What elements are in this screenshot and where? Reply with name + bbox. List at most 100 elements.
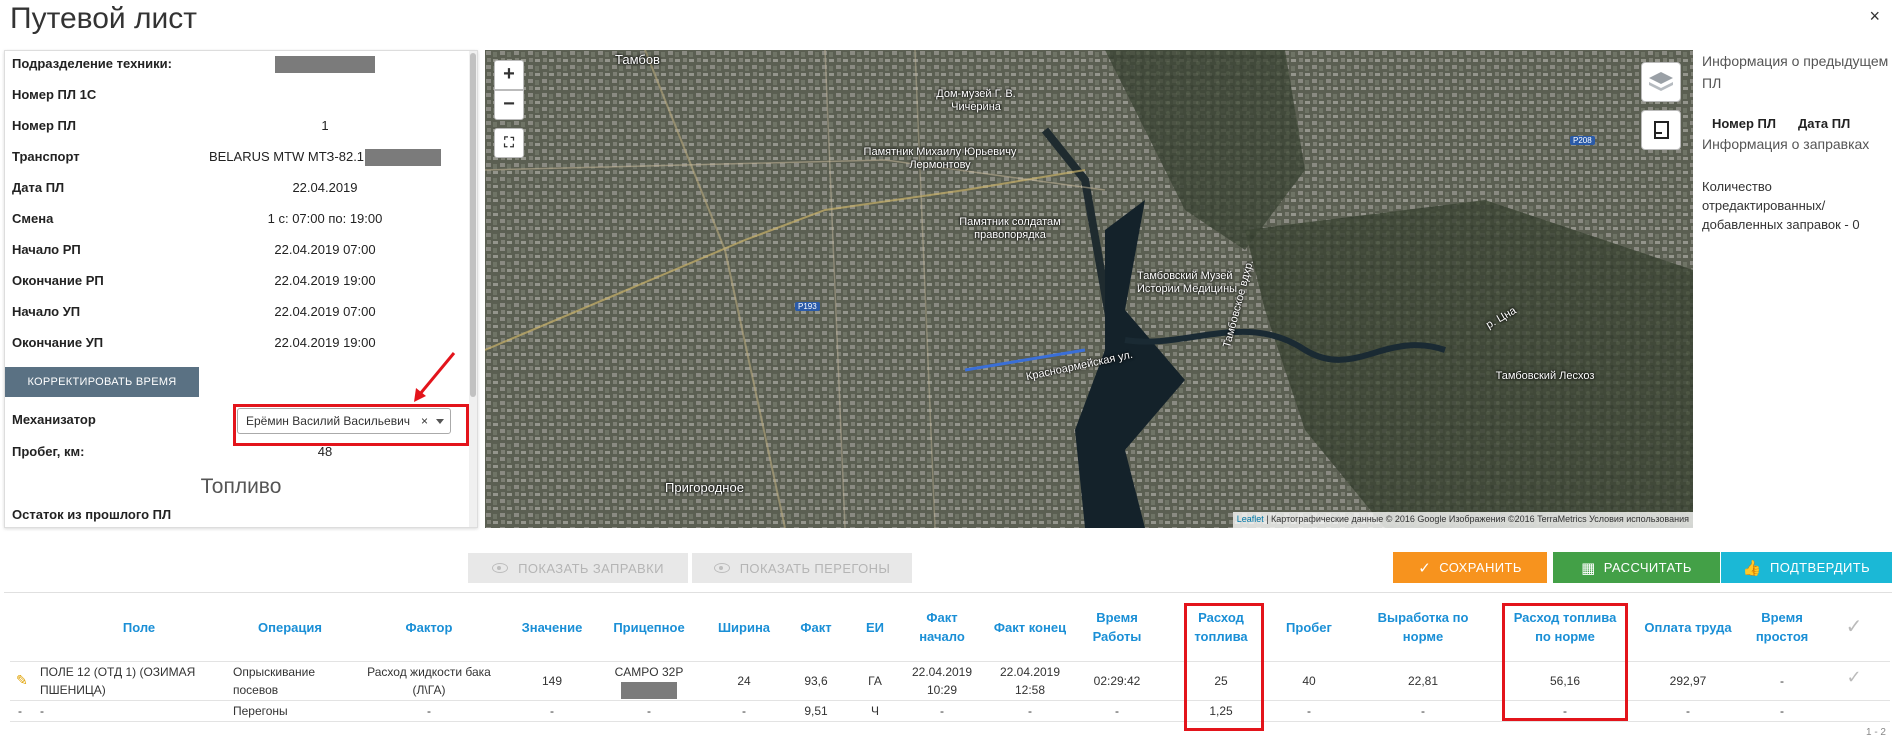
row-check-icon[interactable]: ✓ bbox=[1834, 668, 1874, 686]
cell-operation: Опрыскивание посевов bbox=[233, 665, 316, 697]
cell-width: 24 bbox=[737, 674, 751, 688]
cell-unit: ГА bbox=[868, 674, 882, 688]
transport-label: Транспорт bbox=[12, 149, 80, 164]
red-arrow-annotation bbox=[414, 352, 456, 402]
fuel-column-highlight-box bbox=[1184, 603, 1264, 731]
map-view[interactable]: + − ⛶ Тамбов Дом-музей Г. В. Чичерина Па… bbox=[485, 50, 1693, 528]
confirm-button[interactable]: 👍 ПОДТВЕРДИТЬ bbox=[1721, 552, 1892, 583]
left-panel-scrollbar[interactable] bbox=[469, 51, 477, 527]
col-header-field[interactable]: Поле bbox=[74, 593, 204, 661]
date-value: 22.04.2019 bbox=[292, 180, 358, 195]
cell-idle: - bbox=[1780, 674, 1784, 688]
cell-work-time: - bbox=[1115, 704, 1119, 718]
col-header-norm-output[interactable]: Выработка по норме bbox=[1364, 593, 1482, 661]
redacted-block bbox=[275, 56, 375, 74]
close-icon[interactable]: × bbox=[1869, 6, 1880, 27]
mileage-value: 48 bbox=[317, 444, 333, 459]
cell-unit: Ч bbox=[871, 704, 879, 718]
col-header-check-icon[interactable]: ✓ bbox=[1834, 593, 1874, 661]
row-divider bbox=[10, 721, 1890, 722]
col-header-operation[interactable]: Операция bbox=[230, 593, 350, 661]
pl1c-label: Номер ПЛ 1С bbox=[12, 87, 97, 102]
leaflet-link[interactable]: Leaflet bbox=[1237, 514, 1264, 524]
satellite-imagery bbox=[485, 50, 1693, 528]
prev-col-number: Номер ПЛ bbox=[1712, 116, 1777, 131]
rp-start-label: Начало РП bbox=[12, 242, 81, 257]
cell-value: 149 bbox=[541, 674, 563, 688]
save-button[interactable]: ✓ СОХРАНИТЬ bbox=[1393, 552, 1547, 583]
eye-icon bbox=[492, 563, 509, 573]
save-label: СОХРАНИТЬ bbox=[1439, 560, 1522, 575]
calculate-button[interactable]: ▦ РАССЧИТАТЬ bbox=[1553, 552, 1720, 583]
calculate-label: РАССЧИТАТЬ bbox=[1603, 560, 1692, 575]
cell-value: - bbox=[550, 704, 554, 718]
show-runs-button[interactable]: ПОКАЗАТЬ ПЕРЕГОНЫ bbox=[692, 553, 912, 583]
cell-fact-start: - bbox=[940, 704, 944, 718]
cell-norm-output: 22,81 bbox=[1407, 674, 1439, 688]
info-row-subdivision: Подразделение техники: bbox=[12, 56, 468, 76]
info-row-date: Дата ПЛ 22.04.2019 bbox=[12, 180, 468, 200]
info-row-up-end: Окончание УП 22.04.2019 19:00 bbox=[12, 335, 468, 355]
col-header-pay[interactable]: Оплата труда bbox=[1642, 593, 1734, 661]
col-header-factor[interactable]: Фактор bbox=[359, 593, 499, 661]
cell-norm-output: - bbox=[1421, 704, 1425, 718]
edit-pencil-icon[interactable]: ✎ bbox=[16, 671, 28, 689]
show-runs-label: ПОКАЗАТЬ ПЕРЕГОНЫ bbox=[739, 560, 891, 576]
col-header-value[interactable]: Значение bbox=[510, 593, 594, 661]
subdivision-label: Подразделение техники: bbox=[12, 56, 172, 71]
cell-trailer-text: CAMPO 32P bbox=[614, 665, 684, 679]
fuel-remain-label: Остаток из прошлого ПЛ bbox=[12, 507, 172, 522]
cell-mileage: 40 bbox=[1302, 674, 1316, 688]
map-label: Тамбов bbox=[615, 52, 660, 67]
cell-row2-marker: - bbox=[18, 704, 22, 718]
shift-value: 1 с: 07:00 по: 19:00 bbox=[267, 211, 383, 226]
prev-col-date: Дата ПЛ bbox=[1798, 116, 1851, 131]
fullscreen-button[interactable]: ⛶ bbox=[494, 128, 524, 158]
info-row-up-start: Начало УП 22.04.2019 07:00 bbox=[12, 304, 468, 324]
cell-fact-start: 22.04.2019 10:29 bbox=[911, 665, 973, 697]
redacted-block bbox=[365, 149, 442, 167]
zoom-in-button[interactable]: + bbox=[494, 60, 524, 90]
mechanic-label: Механизатор bbox=[12, 412, 96, 427]
shift-label: Смена bbox=[12, 211, 54, 226]
correct-time-button[interactable]: КОРРЕКТИРОВАТЬ ВРЕМЯ bbox=[5, 367, 199, 397]
zoom-out-button[interactable]: − bbox=[494, 90, 524, 120]
map-attribution: Leaflet | Картографические данные © 2016… bbox=[1232, 512, 1693, 528]
up-end-value: 22.04.2019 19:00 bbox=[274, 335, 376, 350]
col-header-width[interactable]: Ширина bbox=[708, 593, 780, 661]
info-row-shift: Смена 1 с: 07:00 по: 19:00 bbox=[12, 211, 468, 231]
info-row-pl1c: Номер ПЛ 1С bbox=[12, 87, 468, 107]
col-header-fact-end[interactable]: Факт конец bbox=[988, 593, 1072, 661]
cell-mileage: - bbox=[1307, 704, 1311, 718]
pager-info: 1 - 2 bbox=[1865, 727, 1886, 738]
up-end-label: Окончание УП bbox=[12, 335, 104, 350]
pl-number-label: Номер ПЛ bbox=[12, 118, 77, 133]
col-header-fact[interactable]: Факт bbox=[784, 593, 848, 661]
info-row-fuel-remain: Остаток из прошлого ПЛ bbox=[12, 507, 468, 527]
layers-button[interactable] bbox=[1641, 62, 1681, 102]
legend-icon bbox=[1654, 121, 1669, 139]
col-header-trailer[interactable]: Прицепное bbox=[601, 593, 697, 661]
eye-icon bbox=[713, 563, 730, 573]
col-header-work-time[interactable]: Время Работы bbox=[1078, 593, 1156, 661]
show-refuels-button[interactable]: ПОКАЗАТЬ ЗАПРАВКИ bbox=[468, 553, 688, 583]
calculator-icon: ▦ bbox=[1581, 559, 1596, 577]
up-start-label: Начало УП bbox=[12, 304, 81, 319]
info-row-rp-start: Начало РП 22.04.2019 07:00 bbox=[12, 242, 468, 262]
layers-icon bbox=[1649, 72, 1673, 91]
scrollbar-thumb[interactable] bbox=[470, 53, 476, 397]
info-row-pl-number: Номер ПЛ 1 bbox=[12, 118, 468, 138]
cell-fact-end: - bbox=[1028, 704, 1032, 718]
up-start-value: 22.04.2019 07:00 bbox=[274, 304, 376, 319]
col-header-mileage[interactable]: Пробег bbox=[1274, 593, 1344, 661]
operations-table: Поле Операция Фактор Значение Прицепное … bbox=[4, 592, 1892, 744]
col-header-unit[interactable]: ЕИ bbox=[850, 593, 900, 661]
col-header-fact-start[interactable]: Факт начало bbox=[902, 593, 982, 661]
map-label: Пригородное bbox=[665, 480, 744, 495]
cell-work-time: 02:29:42 bbox=[1093, 674, 1141, 688]
legend-button[interactable] bbox=[1641, 110, 1681, 150]
refuel-count-text: Количество отредактированных/ добавленны… bbox=[1702, 179, 1860, 232]
cell-idle: - bbox=[1780, 704, 1784, 718]
col-header-idle[interactable]: Время простоя bbox=[1740, 593, 1824, 661]
rp-end-value: 22.04.2019 19:00 bbox=[274, 273, 376, 288]
